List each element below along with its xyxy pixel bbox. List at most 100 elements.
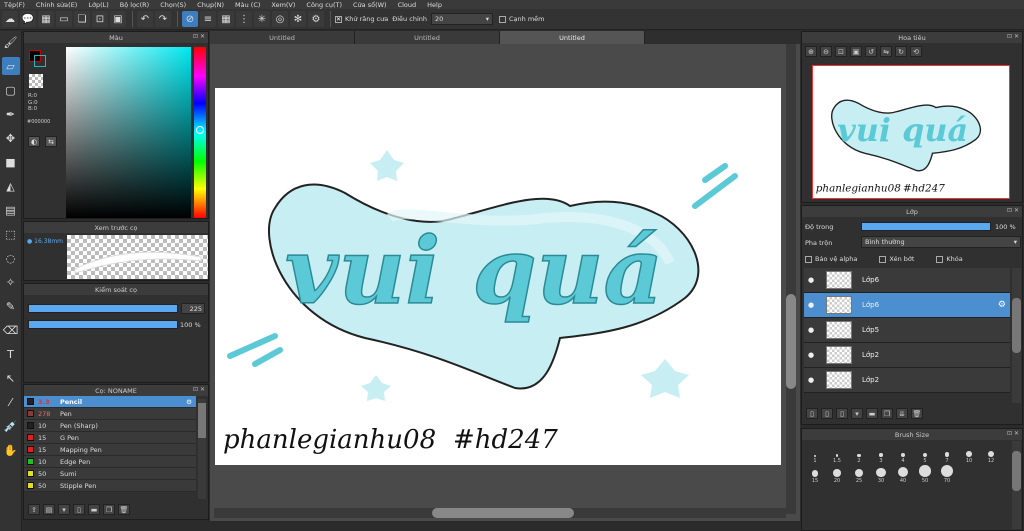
eyedropper-icon[interactable]: 💉 <box>2 417 20 435</box>
trash-icon[interactable]: 🗑 <box>911 408 923 419</box>
folder-icon[interactable]: ▬ <box>88 504 100 515</box>
crop-icon[interactable]: ⊡ <box>92 11 108 27</box>
move-icon[interactable]: ✥ <box>2 129 20 147</box>
eye-icon[interactable]: ● <box>804 276 818 284</box>
canvas-horizontal-scrollbar[interactable] <box>214 508 786 518</box>
select-icon[interactable]: ▣ <box>110 11 126 27</box>
chat-icon[interactable]: 💬 <box>20 11 36 27</box>
pen-icon[interactable]: ✒ <box>2 105 20 123</box>
page-icon[interactable]: ▭ <box>56 11 72 27</box>
clipping-checkbox[interactable]: Xén bớt <box>879 255 914 263</box>
protect-alpha-checkbox[interactable]: Bảo vệ alpha <box>805 255 857 263</box>
document-tab[interactable]: Untitled <box>210 31 355 44</box>
layers-icon[interactable]: ❏ <box>74 11 90 27</box>
undo-icon[interactable]: ↶ <box>137 11 153 27</box>
brush-size-option[interactable]: 3 <box>870 444 892 464</box>
brush-item[interactable]: 15 Mapping Pen <box>24 444 196 456</box>
brush-size-option[interactable]: 4 <box>892 444 914 464</box>
brush-item[interactable]: 50 Stipple Pen <box>24 480 196 492</box>
select-pen-icon[interactable]: ✎ <box>2 297 20 315</box>
brush-list-scrollbar[interactable] <box>198 399 206 499</box>
hue-handle[interactable] <box>196 126 204 134</box>
new-layer-3-icon[interactable]: ▯ <box>836 408 848 419</box>
panel-close-icon[interactable]: ⊡ ✕ <box>1007 207 1019 214</box>
rectangle-select-icon[interactable]: ▢ <box>2 81 20 99</box>
panel-close-icon[interactable]: ⊡ ✕ <box>1007 33 1019 40</box>
size-input[interactable]: 225 <box>181 303 205 314</box>
canvas-vertical-scrollbar[interactable] <box>786 44 796 514</box>
menu-item[interactable]: Chụp(N) <box>197 1 224 9</box>
magic-wand-icon[interactable]: ✧ <box>2 273 20 291</box>
brush-size-option[interactable]: 15 <box>804 464 826 484</box>
menu-item[interactable]: Công cụ(T) <box>306 1 342 9</box>
lock-checkbox[interactable]: Khóa <box>936 255 963 263</box>
zoom-in-icon[interactable]: ⊕ <box>805 46 817 57</box>
menu-item[interactable]: Màu (C) <box>235 1 260 9</box>
brush-settings-icon[interactable]: ⚙ <box>186 398 192 406</box>
layer-menu-icon[interactable]: ▾ <box>851 408 863 419</box>
layer-scrollbar[interactable] <box>1012 268 1021 403</box>
operation-icon[interactable]: ↖ <box>2 369 20 387</box>
brush-item[interactable]: 50 Sumi <box>24 468 196 480</box>
brush-size-option[interactable]: 7 <box>936 444 958 464</box>
brush-size-option[interactable]: 1 <box>804 444 826 464</box>
layer-row[interactable]: ● Lớp6 ⚙ <box>804 293 1010 318</box>
zoom-out-icon[interactable]: ⊖ <box>820 46 832 57</box>
brush-size-option[interactable]: 70 <box>936 464 958 484</box>
eye-icon[interactable]: ● <box>804 326 818 334</box>
text-icon[interactable]: T <box>2 345 20 363</box>
brush-size-option[interactable]: 12 <box>980 444 1002 464</box>
brush-item[interactable]: 278 Pen <box>24 408 196 420</box>
folder-icon[interactable]: ▬ <box>866 408 878 419</box>
color-field[interactable] <box>66 47 191 218</box>
brush-item[interactable]: 15 G Pen <box>24 432 196 444</box>
opacity-slider[interactable] <box>28 320 178 329</box>
divide-icon[interactable]: ⁄ <box>2 393 20 411</box>
lasso-icon[interactable]: ◌ <box>2 249 20 267</box>
fill-rect-icon[interactable]: ■ <box>2 153 20 171</box>
menu-item[interactable]: Chỉnh sửa(E) <box>36 1 77 9</box>
layer-row[interactable]: ● Lớp2 <box>804 343 1010 368</box>
eye-icon[interactable]: ● <box>804 376 818 384</box>
brush-size-option[interactable]: 30 <box>870 464 892 484</box>
brush-size-option[interactable]: 5 <box>914 444 936 464</box>
drawing-canvas[interactable]: vui quá phanlegianhu08 #hd247 <box>215 88 781 465</box>
layer-settings-icon[interactable]: ⚙ <box>998 300 1006 310</box>
panel-close-icon[interactable]: ⊡ ✕ <box>1007 430 1019 437</box>
grid-icon[interactable]: ▦ <box>38 11 54 27</box>
brush-size-option[interactable]: 2 <box>848 444 870 464</box>
cloud-icon[interactable]: ☁ <box>2 11 18 27</box>
merge-icon[interactable]: ⇊ <box>896 408 908 419</box>
copy-icon[interactable]: ❐ <box>103 504 115 515</box>
brush-size-option[interactable]: 10 <box>958 444 980 464</box>
eye-icon[interactable]: ● <box>804 351 818 359</box>
brush-item[interactable]: 10 Pen (Sharp) <box>24 420 196 432</box>
radial-snap-icon[interactable]: ⋮ <box>236 11 252 27</box>
reset-icon[interactable]: ⟲ <box>910 46 922 57</box>
document-tab[interactable]: Untitled <box>355 31 500 44</box>
brush-size-option[interactable]: 40 <box>892 464 914 484</box>
palette-icon[interactable]: ◐ <box>28 136 40 147</box>
blend-mode-select[interactable]: Bình thường ▾ <box>861 236 1021 248</box>
redo-icon[interactable]: ↷ <box>155 11 171 27</box>
eye-icon[interactable]: ● <box>804 301 818 309</box>
menu-item[interactable]: Cloud <box>398 1 417 9</box>
brush-size-option[interactable]: 1.5 <box>826 444 848 464</box>
brush-item[interactable]: 3.3 Pencil ⚙ <box>24 396 196 408</box>
hand-icon[interactable]: ✋ <box>2 441 20 459</box>
antialias-checkbox[interactable]: ✕ Khử răng cưa <box>335 15 388 23</box>
duplicate-icon[interactable]: ❐ <box>881 408 893 419</box>
rotate-left-icon[interactable]: ↺ <box>865 46 877 57</box>
no-snap-icon[interactable]: ⊘ <box>182 11 198 27</box>
fit-icon[interactable]: ⊡ <box>835 46 847 57</box>
grid-snap-icon[interactable]: ▦ <box>218 11 234 27</box>
actual-size-icon[interactable]: ▣ <box>850 46 862 57</box>
settings-icon[interactable]: ⚙ <box>308 11 324 27</box>
burst-snap-icon[interactable]: ✳ <box>254 11 270 27</box>
brush-item[interactable]: 10 Edge Pen <box>24 456 196 468</box>
brush-menu-icon[interactable]: ▾ <box>58 504 70 515</box>
document-tab-active[interactable]: Untitled <box>500 31 645 44</box>
brush-size-option[interactable]: 25 <box>848 464 870 484</box>
menu-item[interactable]: Tệp(F) <box>4 1 25 9</box>
size-slider[interactable] <box>28 304 178 313</box>
